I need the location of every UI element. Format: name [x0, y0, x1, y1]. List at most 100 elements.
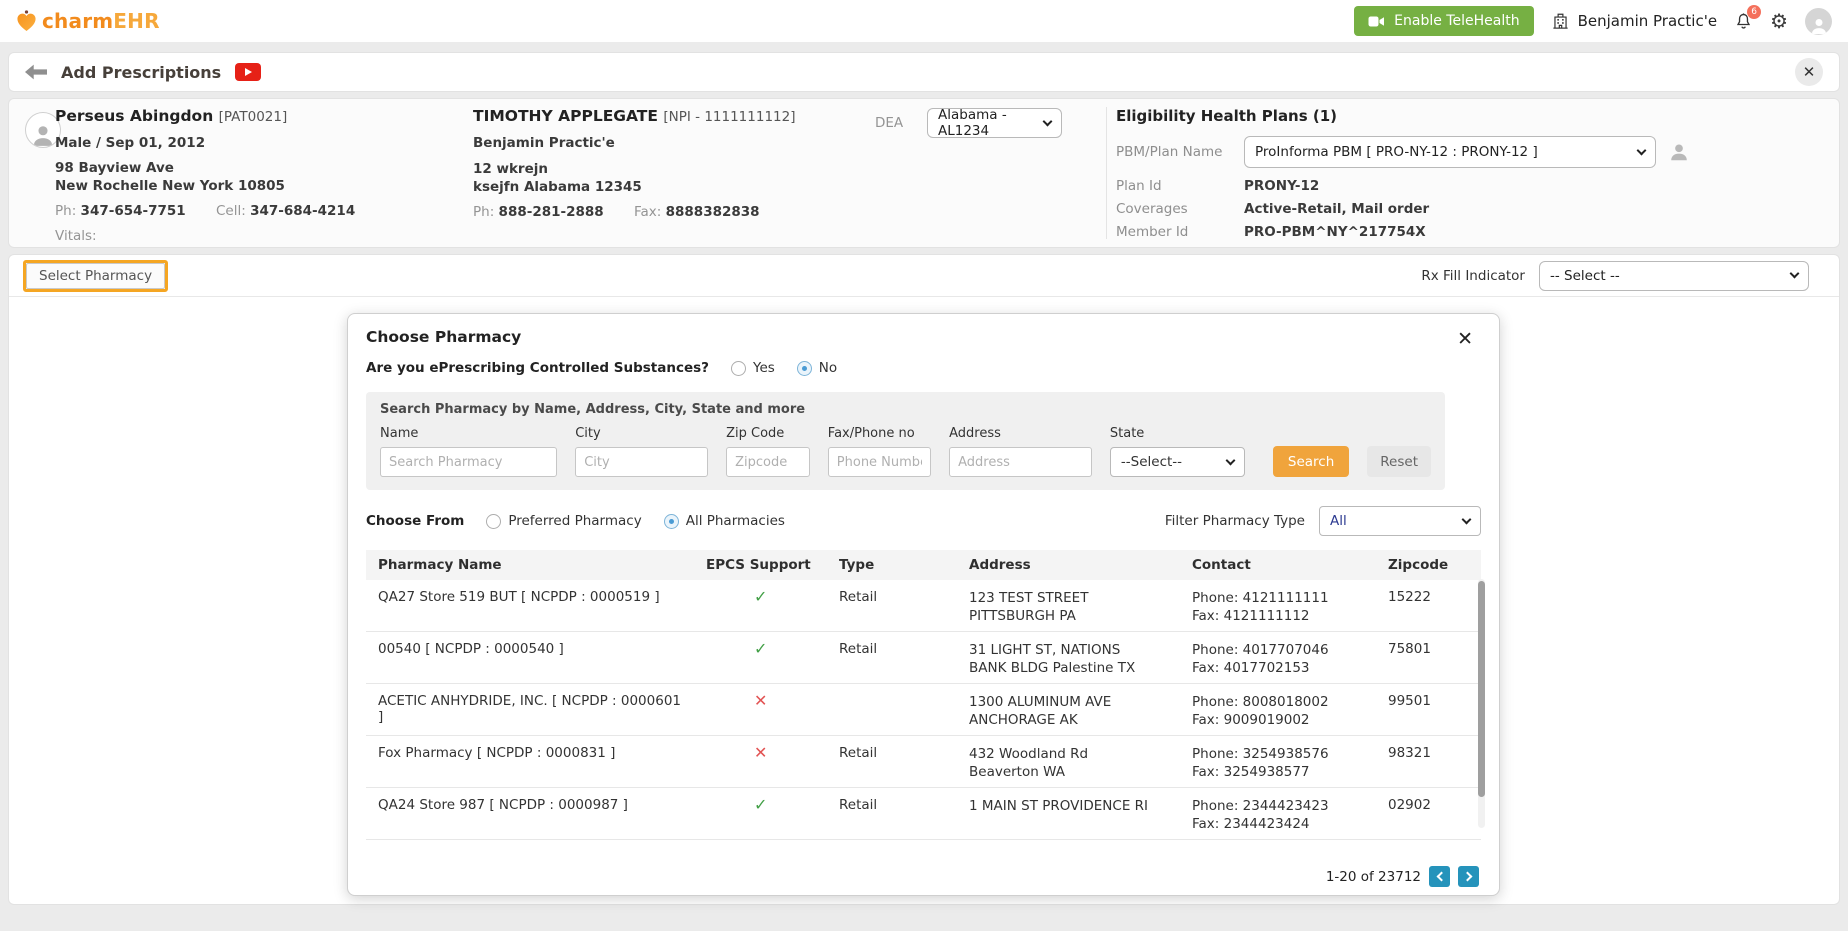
- pharmacy-zipcode: 98321: [1378, 736, 1481, 787]
- filter-pharmacy-type-select[interactable]: All: [1319, 506, 1481, 536]
- settings-gear-icon[interactable]: ⚙: [1770, 11, 1788, 31]
- notifications-button[interactable]: 6: [1734, 11, 1753, 32]
- practice-name: Benjamin Practic'e: [1578, 12, 1717, 30]
- app-header: charmEHR Enable TeleHealth: [0, 0, 1848, 42]
- pharmacy-row[interactable]: ACETIC ANHYDRIDE, INC. [ NCPDP : 0000601…: [366, 684, 1481, 736]
- pagination-label: 1-20 of 23712: [1326, 869, 1421, 885]
- chevron-down-icon: [1043, 116, 1053, 126]
- epcs-status-icon: ✕: [754, 691, 767, 710]
- epcs-yes-label: Yes: [753, 360, 775, 376]
- address-field-label: Address: [949, 426, 1092, 441]
- pbm-plan-select[interactable]: ProInforma PBM [ PRO-NY-12 : PRONY-12 ]: [1244, 136, 1656, 168]
- pharmacy-name: 00540 [ NCPDP : 0000540 ]: [366, 632, 696, 683]
- patient-info-panel: Perseus Abingdon [PAT0021] Male / Sep 01…: [8, 98, 1840, 248]
- enable-telehealth-button[interactable]: Enable TeleHealth: [1354, 6, 1533, 36]
- pharmacy-fax: Fax: 9009019002: [1192, 711, 1368, 729]
- plan-id-label: Plan Id: [1116, 178, 1244, 194]
- pharmacy-name: QA27 Store 519 BUT [ NCPDP : 0000519 ]: [366, 580, 696, 631]
- pbm-plan-label: PBM/Plan Name: [1116, 144, 1244, 160]
- practice-switcher[interactable]: Benjamin Practic'e: [1551, 11, 1717, 31]
- pharmacy-phone: Phone: 2344423423: [1192, 797, 1368, 815]
- next-page-button[interactable]: [1458, 866, 1479, 887]
- dea-value: Alabama - AL1234: [938, 107, 1034, 139]
- pharmacy-search-panel: Search Pharmacy by Name, Address, City, …: [366, 392, 1445, 490]
- col-pharmacy-name: Pharmacy Name: [366, 550, 696, 580]
- patient-address-line1: 98 Bayview Ave: [55, 159, 355, 177]
- radio-unselected-icon: [486, 514, 501, 529]
- patient-cell-label: Cell:: [216, 203, 246, 219]
- provider-details: TIMOTHY APPLEGATE [NPI - 1111111112] Ben…: [473, 107, 795, 221]
- pharmacy-fax: Fax: 4017702153: [1192, 659, 1368, 677]
- preferred-pharmacy-label: Preferred Pharmacy: [508, 513, 641, 529]
- pharmacy-type: Retail: [829, 580, 959, 631]
- header-actions: Enable TeleHealth Benjamin Practic'e: [1354, 6, 1832, 36]
- pharmacy-fax: Fax: 3254938577: [1192, 763, 1368, 781]
- pharmacy-table: Pharmacy Name EPCS Support Type Address …: [366, 550, 1481, 840]
- select-pharmacy-button[interactable]: Select Pharmacy: [26, 263, 165, 289]
- user-avatar[interactable]: [1805, 8, 1832, 35]
- state-field-label: State: [1110, 426, 1245, 441]
- epcs-status-icon: ✓: [754, 795, 767, 814]
- pharmacy-name-input[interactable]: [380, 447, 557, 477]
- dea-select[interactable]: Alabama - AL1234: [927, 108, 1062, 138]
- provider-fax: 8888382838: [666, 204, 760, 220]
- search-button[interactable]: Search: [1273, 446, 1349, 477]
- patient-details: Perseus Abingdon [PAT0021] Male / Sep 01…: [55, 107, 355, 245]
- city-input[interactable]: [575, 447, 708, 477]
- table-scrollbar[interactable]: [1478, 579, 1485, 828]
- close-icon: ✕: [1457, 328, 1473, 350]
- member-person-icon[interactable]: [1668, 141, 1690, 163]
- back-arrow-icon[interactable]: [25, 64, 47, 80]
- plan-id-value: PRONY-12: [1244, 178, 1319, 194]
- close-screen-button[interactable]: ✕: [1795, 58, 1823, 86]
- pharmacy-fax: Fax: 2344423424: [1192, 815, 1368, 833]
- eligibility-section: Eligibility Health Plans (1) PBM/Plan Na…: [1116, 107, 1823, 240]
- patient-phone: 347-654-7751: [81, 203, 186, 219]
- reset-button[interactable]: Reset: [1367, 446, 1431, 477]
- preferred-pharmacy-option[interactable]: Preferred Pharmacy: [486, 513, 641, 529]
- rx-fill-indicator-label: Rx Fill Indicator: [1421, 268, 1525, 284]
- prescription-toolbar: Select Pharmacy Rx Fill Indicator -- Sel…: [9, 255, 1839, 297]
- previous-page-button[interactable]: [1429, 866, 1450, 887]
- youtube-help-icon[interactable]: [235, 63, 261, 81]
- video-camera-icon: [1368, 15, 1385, 28]
- zipcode-input[interactable]: [726, 447, 810, 477]
- rx-fill-indicator-select[interactable]: -- Select --: [1539, 261, 1809, 291]
- epcs-question-row: Are you ePrescribing Controlled Substanc…: [358, 360, 1489, 376]
- phone-field-label: Fax/Phone no: [828, 426, 931, 441]
- provider-npi: [NPI - 1111111112]: [663, 109, 795, 125]
- epcs-option-no[interactable]: No: [797, 360, 837, 376]
- pagination: 1-20 of 23712: [368, 866, 1479, 887]
- state-select[interactable]: --Select--: [1110, 447, 1245, 477]
- pbm-plan-value: ProInforma PBM [ PRO-NY-12 : PRONY-12 ]: [1255, 144, 1538, 160]
- radio-selected-icon: [664, 514, 679, 529]
- pharmacy-phone: Phone: 4017707046: [1192, 641, 1368, 659]
- city-field-label: City: [575, 426, 708, 441]
- app-logo: charmEHR: [16, 9, 160, 33]
- pharmacy-row[interactable]: QA24 Store 987 [ NCPDP : 0000987 ] ✓ Ret…: [366, 788, 1481, 840]
- patient-demographics: Male / Sep 01, 2012: [55, 134, 355, 152]
- pharmacy-zipcode: 99501: [1378, 684, 1481, 735]
- all-pharmacies-option[interactable]: All Pharmacies: [664, 513, 785, 529]
- pharmacy-address: 1300 ALUMINUM AVE ANCHORAGE AK: [959, 684, 1182, 735]
- choose-from-row: Choose From Preferred Pharmacy All Pharm…: [366, 506, 1481, 536]
- table-scrollbar-thumb[interactable]: [1478, 581, 1485, 797]
- patient-name: Perseus Abingdon: [55, 107, 213, 125]
- modal-close-button[interactable]: ✕: [1457, 328, 1473, 350]
- choose-from-label: Choose From: [366, 513, 464, 529]
- member-id-value: PRO-PBM^NY^217754X: [1244, 224, 1426, 240]
- pharmacy-row[interactable]: Fox Pharmacy [ NCPDP : 0000831 ] ✕ Retai…: [366, 736, 1481, 788]
- pharmacy-row[interactable]: QA27 Store 519 BUT [ NCPDP : 0000519 ] ✓…: [366, 580, 1481, 632]
- all-pharmacies-label: All Pharmacies: [686, 513, 785, 529]
- col-contact: Contact: [1182, 550, 1378, 580]
- address-input[interactable]: [949, 447, 1092, 477]
- pharmacy-type: Retail: [829, 736, 959, 787]
- close-icon: ✕: [1803, 63, 1816, 81]
- pharmacy-row[interactable]: 00540 [ NCPDP : 0000540 ] ✓ Retail 31 LI…: [366, 632, 1481, 684]
- provider-phone: 888-281-2888: [499, 204, 604, 220]
- phone-input[interactable]: [828, 447, 931, 477]
- epcs-status-icon: ✓: [754, 587, 767, 606]
- col-type: Type: [829, 550, 959, 580]
- pharmacy-phone: Phone: 3254938576: [1192, 745, 1368, 763]
- epcs-option-yes[interactable]: Yes: [731, 360, 775, 376]
